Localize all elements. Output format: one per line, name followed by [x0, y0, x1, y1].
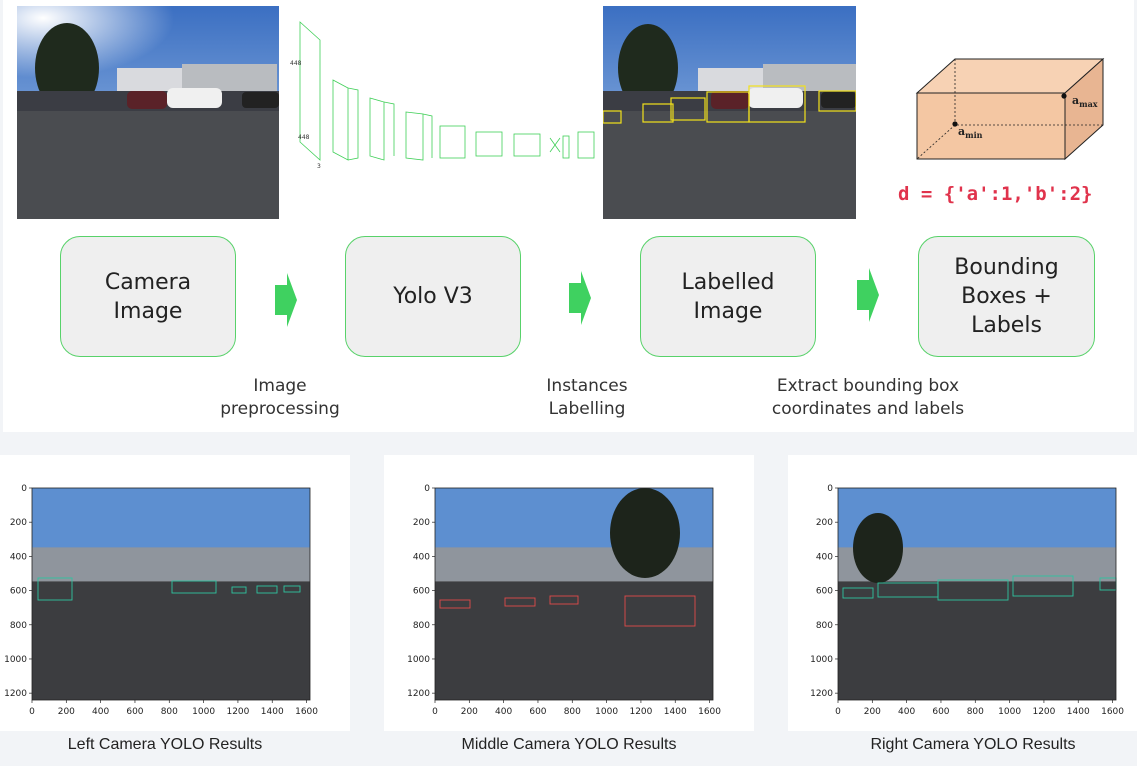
network-label-height: 448: [290, 60, 302, 67]
y-tick-label: 400: [10, 552, 27, 562]
left-camera-plot: 0200400600800100012000 200 400 600 800 1000 12…: [4, 484, 318, 717]
tree-shape: [853, 513, 903, 583]
y-tick-label: 400: [816, 552, 833, 562]
x-tick-label: 1400: [261, 707, 284, 717]
y-tick-label: 0: [827, 484, 833, 494]
middle-camera-plot-card: 0 200 400 600 800 1000 1200 0 200 400 600 800 1000 12…: [384, 455, 754, 731]
x-tick-label: 1400: [1067, 707, 1090, 717]
x-tick-label: 400: [898, 707, 915, 717]
y-tick-label: 800: [413, 621, 430, 631]
a-max-label: amax: [1072, 94, 1098, 110]
y-tick-label: 800: [816, 621, 833, 631]
y-tick-label: 0: [21, 484, 27, 494]
step-bounding-boxes-labels: Bounding Boxes + Labels: [918, 236, 1095, 357]
y-tick-label: 1000: [407, 655, 430, 665]
x-tick-label: 0: [432, 707, 438, 717]
transition-extract-bounding-box: Extract bounding box coordinates and lab…: [771, 376, 965, 419]
bounding-box-diagram: amax amin: [910, 55, 1110, 165]
y-tick-label: 400: [413, 552, 430, 562]
x-tick-label: 400: [92, 707, 109, 717]
middle-camera-caption: Middle Camera YOLO Results: [461, 736, 677, 753]
transition-instances-labelling: Instances Labelling: [546, 376, 628, 419]
step-camera-image: Camera Image: [60, 236, 236, 357]
arrow-right-icon: [569, 271, 591, 325]
y-tick-label: 1200: [810, 689, 833, 699]
tree-shape: [610, 488, 680, 578]
x-tick-label: 0: [835, 707, 841, 717]
y-tick-label: 200: [10, 518, 27, 528]
y-tick-label: 600: [10, 587, 27, 597]
y-tick-label: 800: [10, 621, 27, 631]
y-tick-label: 1200: [4, 689, 27, 699]
x-tick-label: 200: [58, 707, 75, 717]
x-tick-label: 1000: [192, 707, 215, 717]
network-label-width: 448: [298, 134, 310, 141]
step-yolo-v3: Yolo V3: [345, 236, 521, 357]
left-camera-caption: Left Camera YOLO Results: [67, 736, 263, 753]
x-tick-label: 1600: [698, 707, 721, 717]
labelled-image-photo: [603, 6, 856, 219]
x-tick-label: 800: [564, 707, 581, 717]
y-tick-label: 0: [424, 484, 430, 494]
arrow-right-icon: [275, 273, 297, 327]
x-tick-label: 200: [461, 707, 478, 717]
x-tick-label: 400: [495, 707, 512, 717]
y-tick-label: 200: [816, 518, 833, 528]
x-tick-label: 800: [967, 707, 984, 717]
network-label-channels: 3: [317, 163, 321, 170]
road-region: [435, 581, 713, 700]
y-tick-label: 1200: [407, 689, 430, 699]
road-region: [32, 581, 310, 700]
x-tick-label: 800: [161, 707, 178, 717]
arrow-right-icon: [857, 268, 879, 322]
x-tick-label: 1200: [1032, 707, 1055, 717]
x-tick-label: 1400: [664, 707, 687, 717]
x-tick-label: 1200: [226, 707, 249, 717]
step-labelled-image: Labelled Image: [640, 236, 816, 357]
y-tick-label: 1000: [810, 655, 833, 665]
x-tick-label: 1200: [629, 707, 652, 717]
x-tick-label: 200: [864, 707, 881, 717]
a-min-label: amin: [958, 125, 983, 141]
y-tick-label: 600: [413, 587, 430, 597]
y-tick-label: 1000: [4, 655, 27, 665]
y-tick-label: 200: [413, 518, 430, 528]
x-tick-label: 600: [932, 707, 949, 717]
dict-code-snippet: d = {'a':1,'b':2}: [898, 183, 1093, 205]
x-tick-label: 1000: [595, 707, 618, 717]
yolo-network-diagram: 448 448 3: [288, 10, 598, 180]
x-tick-label: 1000: [998, 707, 1021, 717]
x-tick-label: 1600: [1101, 707, 1124, 717]
x-tick-label: 600: [529, 707, 546, 717]
x-tick-label: 1600: [295, 707, 318, 717]
right-camera-plot-card: 0 200 400 600 800 1000 1200 0 200 400 600 800 1000 12…: [788, 455, 1137, 731]
middle-camera-plot: 0200400600800100012000 200 400 600 800 1000 12…: [407, 484, 721, 717]
road-region: [838, 581, 1116, 700]
y-tick-label: 600: [816, 587, 833, 597]
x-tick-label: 600: [126, 707, 143, 717]
transition-image-preprocessing: Image preprocessing: [220, 376, 340, 419]
right-camera-caption: Right Camera YOLO Results: [870, 736, 1076, 753]
left-camera-plot-card: 0 200 400 600 800 1000 1200 0 200 400 600 800 1000 12…: [0, 455, 350, 731]
x-tick-label: 0: [29, 707, 35, 717]
building-region: [32, 547, 310, 582]
right-camera-plot: 0200400600800100012000 200 400 600 800 1000 12…: [810, 484, 1124, 717]
camera-image-photo: [17, 6, 279, 219]
